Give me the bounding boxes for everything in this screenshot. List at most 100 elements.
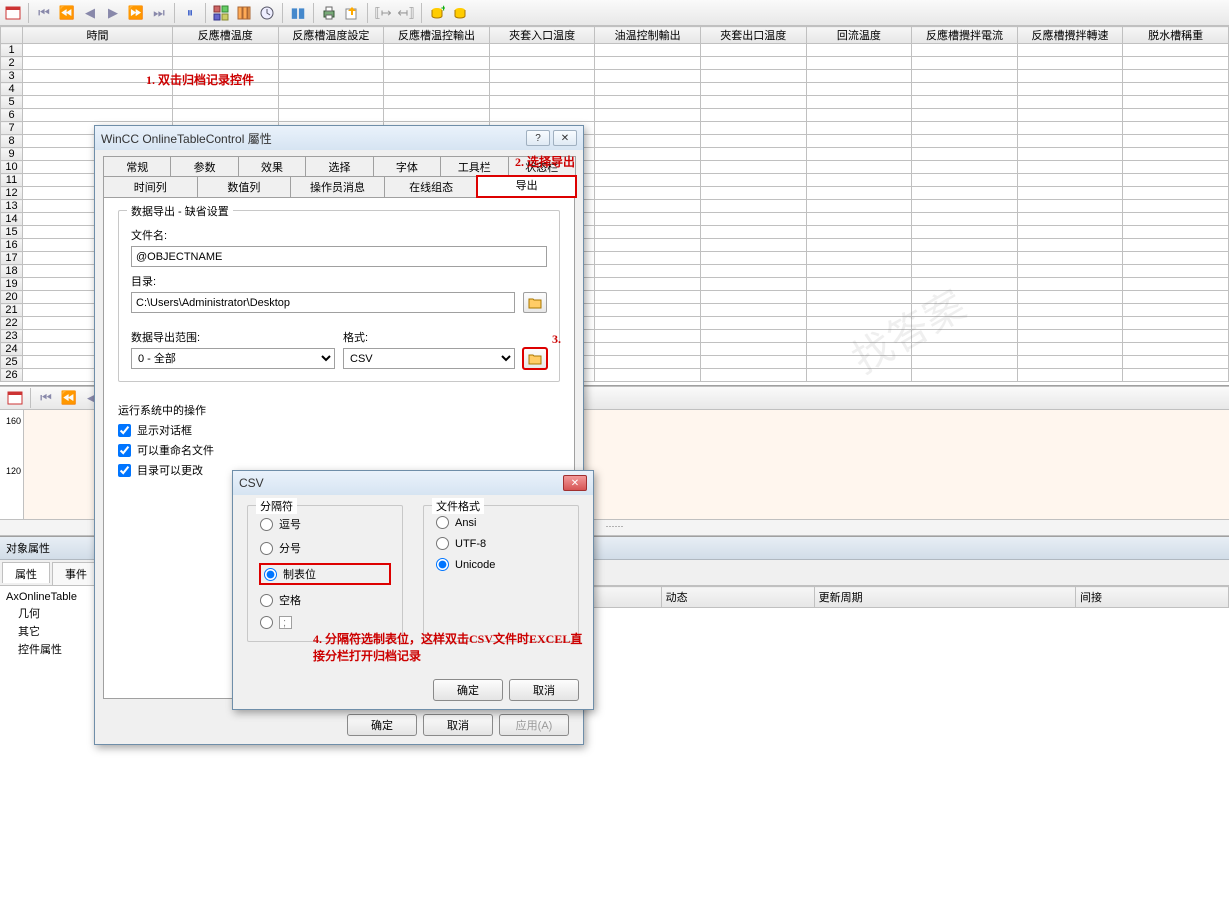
tab-时间列[interactable]: 时间列 [103, 176, 198, 197]
cell[interactable] [1123, 343, 1229, 356]
pause-icon[interactable]: ⏸ [179, 2, 201, 24]
row-number[interactable]: 7 [1, 122, 23, 135]
radio-ansi[interactable]: Ansi [436, 516, 566, 529]
cell[interactable] [1123, 70, 1229, 83]
cell[interactable] [1017, 83, 1123, 96]
cell[interactable] [1123, 226, 1229, 239]
cell[interactable] [912, 174, 1018, 187]
cell[interactable] [912, 304, 1018, 317]
cell[interactable] [806, 304, 912, 317]
cell[interactable] [1017, 44, 1123, 57]
chk-rename[interactable]: 可以重命名文件 [118, 442, 548, 458]
forward-icon[interactable]: ⏩ [125, 2, 147, 24]
col-header[interactable]: 夾套出口温度 [700, 27, 806, 44]
export-icon[interactable] [341, 2, 363, 24]
cell[interactable] [23, 70, 173, 83]
cell[interactable] [1123, 356, 1229, 369]
cell[interactable] [278, 70, 384, 83]
cell[interactable] [23, 44, 173, 57]
tab-选择[interactable]: 选择 [305, 156, 373, 177]
cell[interactable] [173, 96, 279, 109]
cell[interactable] [1123, 96, 1229, 109]
scope-select[interactable]: 0 - 全部 [131, 348, 335, 369]
cell[interactable] [278, 44, 384, 57]
cell[interactable] [1017, 304, 1123, 317]
cell[interactable] [1123, 187, 1229, 200]
cell[interactable] [1123, 278, 1229, 291]
row-number[interactable]: 15 [1, 226, 23, 239]
cell[interactable] [806, 239, 912, 252]
cell[interactable] [806, 57, 912, 70]
cell[interactable] [912, 109, 1018, 122]
print-icon[interactable] [318, 2, 340, 24]
cell[interactable] [806, 252, 912, 265]
cell[interactable] [384, 83, 490, 96]
cell[interactable] [278, 96, 384, 109]
cell[interactable] [1017, 174, 1123, 187]
col-header[interactable]: 回流温度 [806, 27, 912, 44]
row-number[interactable]: 16 [1, 239, 23, 252]
cell[interactable] [700, 96, 806, 109]
cell[interactable] [806, 265, 912, 278]
radio-tab[interactable]: 制表位 [260, 564, 390, 584]
tab-操作员消息[interactable]: 操作员消息 [290, 176, 385, 197]
tab-在线组态[interactable]: 在线组态 [384, 176, 479, 197]
row-number[interactable]: 4 [1, 83, 23, 96]
row-number[interactable]: 24 [1, 343, 23, 356]
cell[interactable] [700, 278, 806, 291]
cell[interactable] [912, 122, 1018, 135]
filename-input[interactable] [131, 246, 547, 267]
cell[interactable] [1017, 343, 1123, 356]
cell[interactable] [912, 226, 1018, 239]
cell[interactable] [806, 213, 912, 226]
cancel-button[interactable]: 取消 [423, 714, 493, 736]
cell[interactable] [912, 343, 1018, 356]
calendar-icon[interactable] [2, 2, 24, 24]
radio-semicolon[interactable]: 分号 [260, 540, 390, 556]
columns-icon[interactable] [233, 2, 255, 24]
cell[interactable] [700, 213, 806, 226]
cell[interactable] [700, 200, 806, 213]
cell[interactable] [912, 161, 1018, 174]
cell[interactable] [595, 57, 701, 70]
cell[interactable] [806, 291, 912, 304]
cell[interactable] [700, 57, 806, 70]
cell[interactable] [595, 369, 701, 382]
radio-custom[interactable] [260, 616, 390, 629]
cell[interactable] [1017, 135, 1123, 148]
cell[interactable] [700, 239, 806, 252]
cell[interactable] [700, 187, 806, 200]
cell[interactable] [1017, 161, 1123, 174]
row-number[interactable]: 12 [1, 187, 23, 200]
cell[interactable] [1123, 122, 1229, 135]
calendar2-icon[interactable] [4, 387, 26, 409]
cell[interactable] [384, 109, 490, 122]
cell[interactable] [700, 343, 806, 356]
cell[interactable] [1123, 304, 1229, 317]
cell[interactable] [595, 96, 701, 109]
row-number[interactable]: 6 [1, 109, 23, 122]
browse-folder-icon[interactable] [523, 292, 547, 313]
row-number[interactable]: 11 [1, 174, 23, 187]
cell[interactable] [595, 304, 701, 317]
cell[interactable] [1017, 57, 1123, 70]
cell[interactable] [384, 57, 490, 70]
cell[interactable] [700, 291, 806, 304]
csv-cancel-button[interactable]: 取消 [509, 679, 579, 701]
bracket-left-icon[interactable]: ⟦↦ [372, 2, 394, 24]
cell[interactable] [173, 44, 279, 57]
cell[interactable] [1017, 252, 1123, 265]
cell[interactable] [595, 356, 701, 369]
cell[interactable] [700, 356, 806, 369]
col-header[interactable]: 反應槽温度 [173, 27, 279, 44]
row-number[interactable]: 19 [1, 278, 23, 291]
cell[interactable] [595, 291, 701, 304]
cell[interactable] [806, 343, 912, 356]
cell[interactable] [912, 200, 1018, 213]
cell[interactable] [700, 265, 806, 278]
col-header[interactable]: 夾套入口温度 [489, 27, 595, 44]
cell[interactable] [384, 70, 490, 83]
cell[interactable] [595, 44, 701, 57]
cell[interactable] [1017, 317, 1123, 330]
row-number[interactable]: 14 [1, 213, 23, 226]
